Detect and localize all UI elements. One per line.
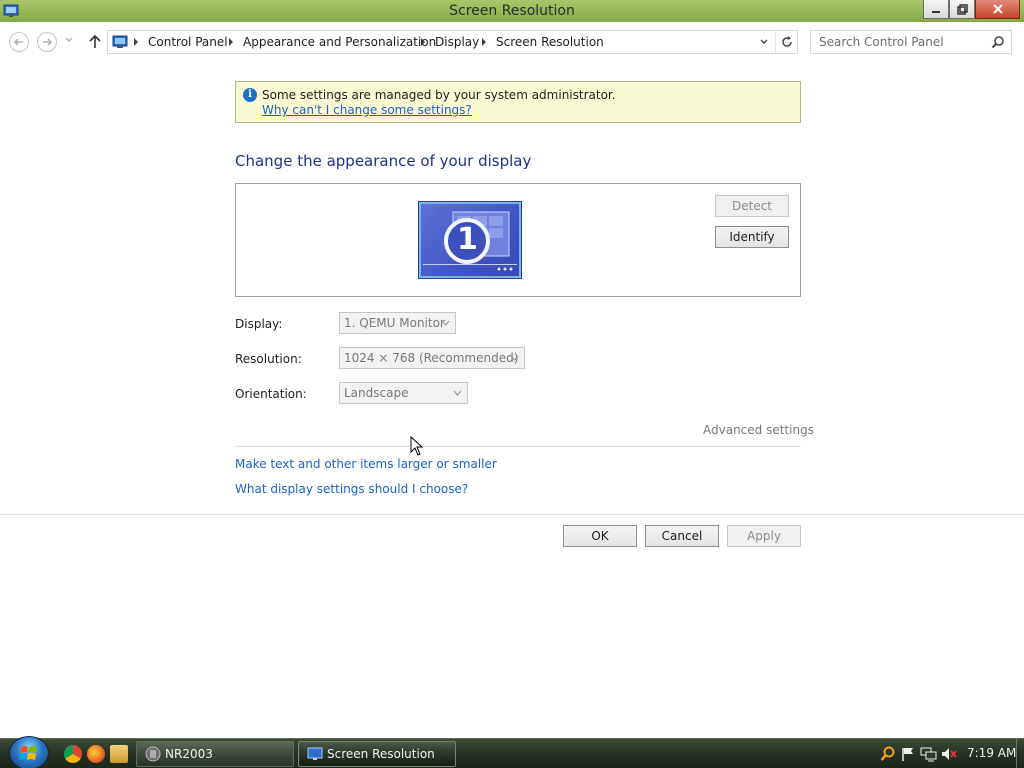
- resolution-select[interactable]: 1024 × 768 (Recommended): [339, 347, 525, 369]
- monitor-number: 1: [457, 222, 478, 257]
- minimize-icon: [932, 11, 940, 13]
- breadcrumb-separator-icon: [482, 38, 486, 46]
- firefox-icon[interactable]: [87, 745, 105, 763]
- why-cant-change-link[interactable]: Why can't I change some settings?: [262, 103, 472, 117]
- orientation-select-value: Landscape: [344, 386, 409, 400]
- window-title: Screen Resolution: [449, 3, 575, 19]
- back-arrow-icon: [13, 38, 23, 46]
- chevron-down-icon: [510, 355, 519, 361]
- nr2003-app-icon: [145, 746, 161, 762]
- address-bar[interactable]: Control Panel Appearance and Personaliza…: [107, 30, 798, 54]
- taskbar-item-label: Screen Resolution: [327, 747, 435, 761]
- close-icon: [992, 4, 1003, 14]
- display-preview-area: 1 Detect Identify: [235, 183, 801, 297]
- info-icon: i: [243, 88, 257, 102]
- search-tray-icon[interactable]: [880, 746, 896, 762]
- forward-button[interactable]: [37, 32, 57, 52]
- footer-divider: [0, 514, 1024, 515]
- chevron-down-icon: [441, 320, 450, 326]
- breadcrumb-appearance[interactable]: Appearance and Personalization: [243, 35, 436, 49]
- file-explorer-icon[interactable]: [110, 745, 128, 763]
- search-input[interactable]: [811, 31, 981, 53]
- resolution-select-value: 1024 × 768 (Recommended): [344, 351, 519, 365]
- monitor-1-preview[interactable]: 1: [419, 202, 521, 278]
- taskbar-clock[interactable]: 7:19 AM: [967, 746, 1016, 760]
- navigation-bar: Control Panel Appearance and Personaliza…: [0, 22, 1024, 60]
- advanced-settings-link[interactable]: Advanced settings: [703, 423, 814, 437]
- detect-button[interactable]: Detect: [715, 195, 789, 217]
- display-help-link[interactable]: What display settings should I choose?: [235, 482, 468, 496]
- breadcrumb-separator-icon: [421, 38, 425, 46]
- page-title: Change the appearance of your display: [235, 152, 532, 170]
- minimize-button[interactable]: [923, 0, 949, 19]
- breadcrumb-display[interactable]: Display: [435, 35, 479, 49]
- display-label: Display:: [235, 317, 283, 331]
- search-icon[interactable]: [991, 35, 1005, 49]
- display-settings-icon: [307, 747, 323, 760]
- identify-button[interactable]: Identify: [715, 226, 789, 248]
- apply-button[interactable]: Apply: [727, 525, 801, 547]
- close-button[interactable]: [975, 0, 1020, 19]
- refresh-icon[interactable]: [780, 35, 794, 49]
- breadcrumb-control-panel[interactable]: Control Panel: [148, 35, 228, 49]
- windows-logo-icon: [19, 746, 37, 760]
- network-icon[interactable]: [920, 746, 938, 762]
- address-history-chevron-icon[interactable]: [759, 37, 769, 47]
- taskbar-item-screen-resolution[interactable]: Screen Resolution: [298, 741, 456, 767]
- restore-icon: [956, 3, 968, 15]
- orientation-label: Orientation:: [235, 387, 307, 401]
- start-button[interactable]: [9, 736, 49, 768]
- cancel-button[interactable]: Cancel: [645, 525, 719, 547]
- restore-button[interactable]: [949, 0, 975, 19]
- chrome-icon[interactable]: [64, 745, 82, 763]
- recent-locations-chevron-icon[interactable]: [64, 36, 74, 44]
- show-desktop-button[interactable]: [1016, 739, 1024, 768]
- breadcrumb-screen-resolution[interactable]: Screen Resolution: [496, 35, 604, 49]
- control-panel-icon: [112, 35, 128, 48]
- text-size-link[interactable]: Make text and other items larger or smal…: [235, 457, 497, 471]
- chevron-down-icon: [453, 390, 462, 396]
- section-divider: [235, 446, 801, 447]
- volume-muted-icon[interactable]: [940, 746, 958, 762]
- forward-arrow-icon: [43, 38, 53, 46]
- taskbar: NR2003 Screen Resolution 7:19 AM: [0, 736, 1024, 768]
- breadcrumb-separator-icon: [134, 38, 138, 46]
- display-select[interactable]: 1. QEMU Monitor: [339, 312, 456, 334]
- up-arrow-icon[interactable]: [88, 33, 102, 49]
- mouse-cursor-icon: [410, 436, 424, 456]
- taskbar-item-label: NR2003: [165, 747, 213, 761]
- taskbar-item-nr2003[interactable]: NR2003: [136, 741, 294, 767]
- orientation-select[interactable]: Landscape: [339, 382, 468, 404]
- back-button[interactable]: [9, 32, 29, 52]
- resolution-label: Resolution:: [235, 352, 302, 366]
- search-box[interactable]: [810, 30, 1012, 54]
- action-center-flag-icon[interactable]: [900, 746, 916, 762]
- display-select-value: 1. QEMU Monitor: [344, 316, 445, 330]
- title-bar: Screen Resolution: [0, 0, 1024, 22]
- breadcrumb-separator-icon: [229, 38, 233, 46]
- ok-button[interactable]: OK: [563, 525, 637, 547]
- admin-message: Some settings are managed by your system…: [262, 88, 616, 102]
- admin-info-banner: i Some settings are managed by your syst…: [235, 81, 801, 123]
- address-divider: [775, 31, 776, 53]
